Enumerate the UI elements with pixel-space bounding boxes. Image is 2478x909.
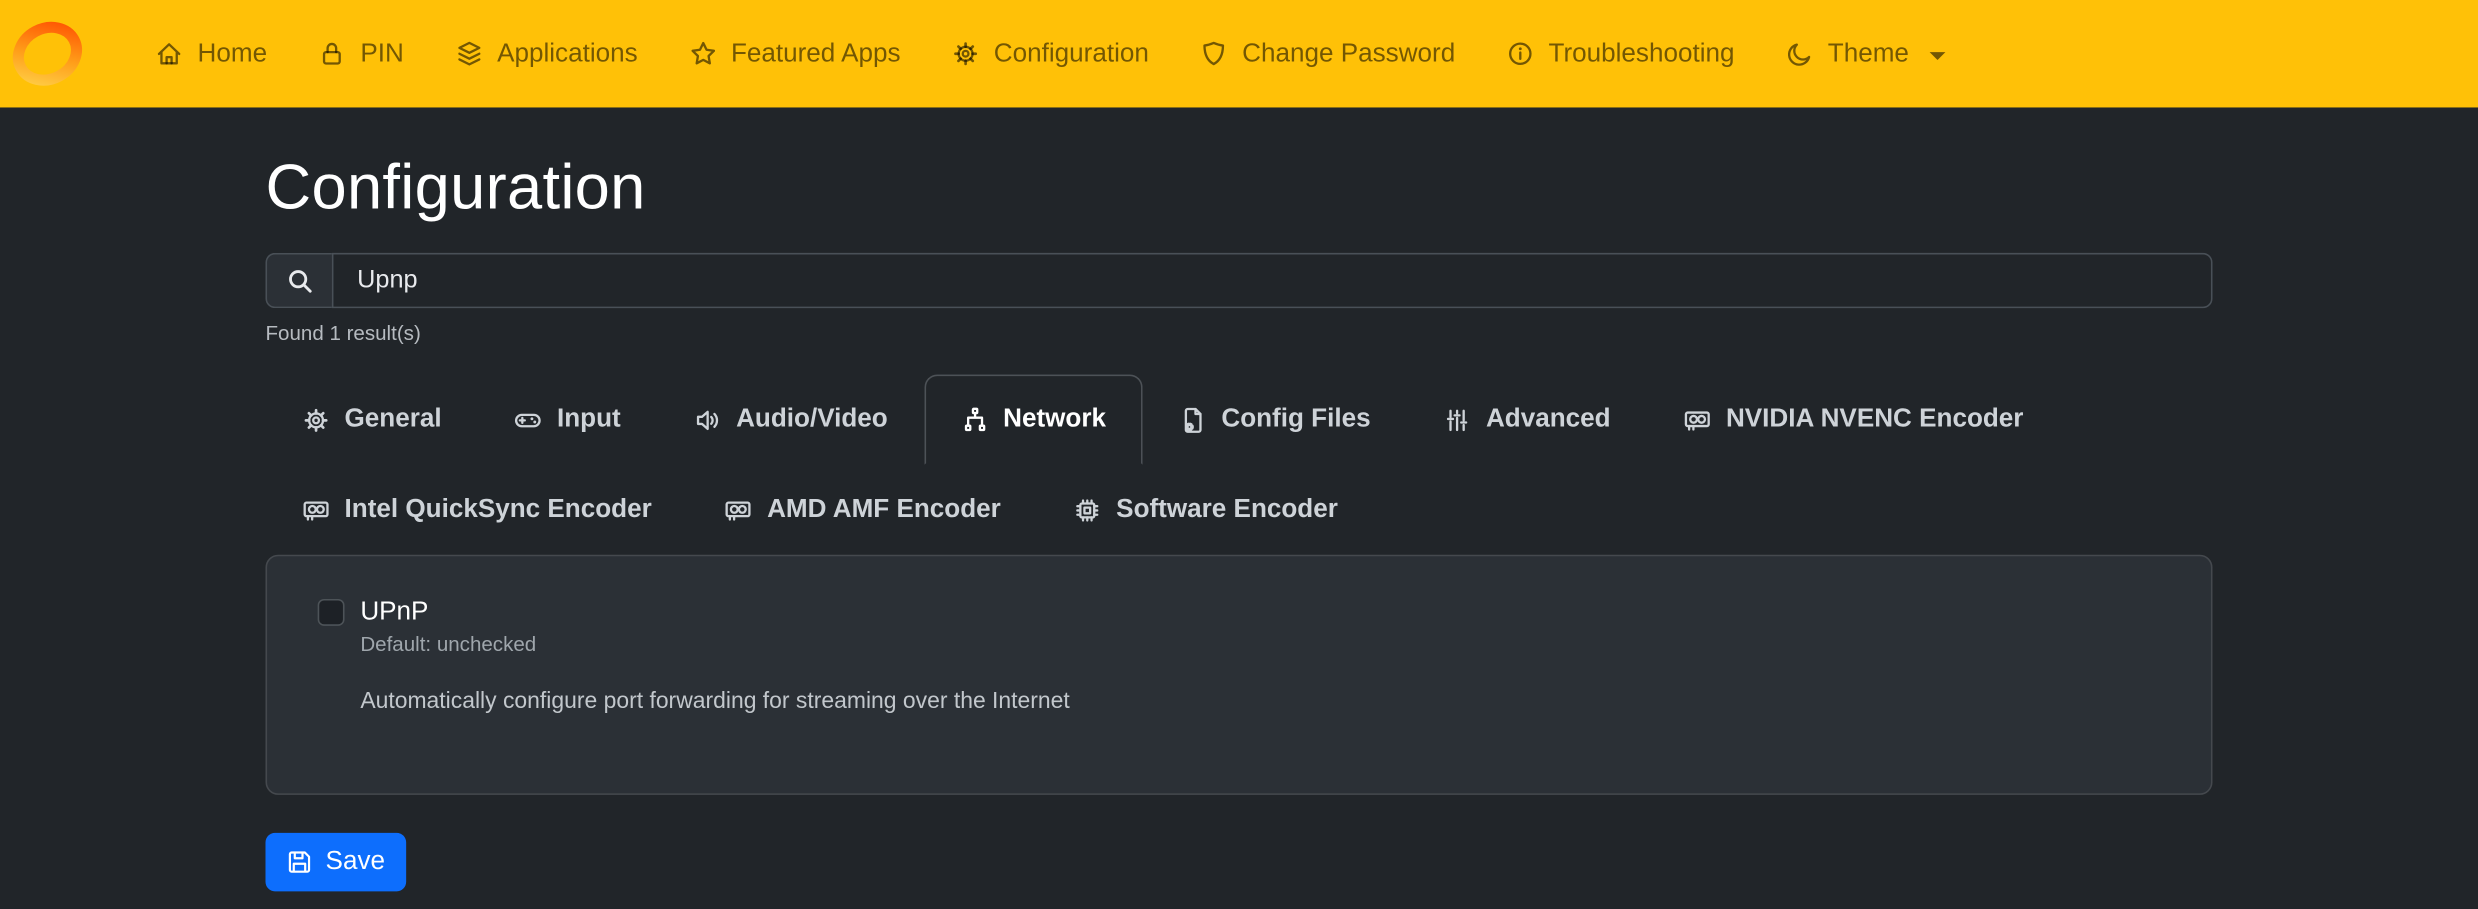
search-icon-box	[266, 253, 332, 308]
gpu-card-icon	[1683, 405, 1711, 433]
sunshine-logo-icon	[6, 16, 88, 92]
upnp-description: Automatically configure port forwarding …	[360, 689, 2160, 714]
nav-label: PIN	[360, 39, 403, 69]
gpu-card-icon	[724, 495, 752, 523]
tab-nvidia-nvenc-encoder[interactable]: NVIDIA NVENC Encoder	[1647, 375, 2060, 465]
sliders-icon	[1443, 405, 1471, 433]
gamepad-icon	[514, 405, 542, 433]
tab-label: Audio/Video	[736, 405, 888, 435]
tab-network[interactable]: Network	[924, 375, 1142, 465]
tab-label: Intel QuickSync Encoder	[345, 495, 652, 525]
config-tabs: General Input Audio/Video Network Config…	[266, 375, 2213, 555]
nav-label: Theme	[1828, 39, 1909, 69]
network-icon	[960, 405, 988, 433]
nav-items: Home PIN Applications Featured Apps Conf…	[130, 0, 1971, 107]
network-tab-panel: UPnP Default: unchecked Automatically co…	[266, 555, 2213, 795]
app-window: Home PIN Applications Featured Apps Conf…	[0, 0, 2478, 909]
tab-label: Software Encoder	[1116, 495, 1338, 525]
tab-general[interactable]: General	[266, 375, 478, 465]
house-icon	[155, 40, 183, 68]
moon-icon	[1785, 40, 1813, 68]
tab-intel-quicksync-encoder[interactable]: Intel QuickSync Encoder	[266, 465, 689, 555]
tab-advanced[interactable]: Advanced	[1407, 375, 1647, 465]
nav-label: Applications	[497, 39, 638, 69]
nav-item-pin[interactable]: PIN	[292, 0, 429, 107]
tab-label: NVIDIA NVENC Encoder	[1726, 405, 2024, 435]
nav-label: Configuration	[994, 39, 1149, 69]
upnp-option: UPnP Default: unchecked Automatically co…	[318, 597, 2161, 714]
cpu-icon	[1074, 495, 1102, 523]
tab-software-encoder[interactable]: Software Encoder	[1037, 465, 1374, 555]
nav-label: Home	[198, 39, 268, 69]
floppy-icon	[286, 849, 313, 876]
tab-label: Input	[557, 405, 621, 435]
save-button[interactable]: Save	[266, 833, 406, 891]
nav-item-home[interactable]: Home	[130, 0, 293, 107]
nav-label: Change Password	[1242, 39, 1455, 69]
tab-audio-video[interactable]: Audio/Video	[657, 375, 924, 465]
gpu-card-icon	[302, 495, 330, 523]
app-logo[interactable]	[6, 16, 88, 92]
gear-icon	[951, 40, 979, 68]
nav-label: Featured Apps	[731, 39, 901, 69]
info-circle-icon	[1506, 40, 1534, 68]
page-title: Configuration	[266, 150, 2213, 226]
nav-label: Troubleshooting	[1548, 39, 1734, 69]
star-icon	[688, 40, 716, 68]
nav-item-troubleshooting[interactable]: Troubleshooting	[1481, 0, 1760, 107]
config-search	[266, 253, 2213, 308]
shield-icon	[1199, 40, 1227, 68]
navbar: Home PIN Applications Featured Apps Conf…	[0, 0, 2478, 107]
lock-icon	[318, 40, 346, 68]
tab-label: Network	[1003, 405, 1106, 435]
nav-item-featured-apps[interactable]: Featured Apps	[663, 0, 926, 107]
tab-amd-amf-encoder[interactable]: AMD AMF Encoder	[688, 465, 1037, 555]
speaker-icon	[693, 405, 721, 433]
gear-icon	[302, 405, 330, 433]
tab-label: General	[345, 405, 442, 435]
save-button-label: Save	[326, 847, 385, 877]
nav-item-change-password[interactable]: Change Password	[1174, 0, 1480, 107]
search-input[interactable]	[332, 253, 2213, 308]
upnp-checkbox[interactable]	[318, 599, 345, 626]
search-icon	[285, 266, 313, 294]
chevron-down-icon	[1929, 51, 1945, 59]
tab-label: Advanced	[1486, 405, 1611, 435]
tab-config-files[interactable]: Config Files	[1142, 375, 1407, 465]
file-gear-icon	[1179, 405, 1207, 433]
upnp-default-value: Default: unchecked	[360, 632, 2160, 656]
nav-item-theme-dropdown[interactable]: Theme	[1760, 0, 1971, 107]
nav-item-configuration[interactable]: Configuration	[926, 0, 1174, 107]
nav-item-applications[interactable]: Applications	[429, 0, 663, 107]
configuration-page: Configuration Found 1 result(s) General …	[266, 150, 2213, 891]
search-results-count: Found 1 result(s)	[266, 321, 2213, 345]
layers-icon	[454, 40, 482, 68]
upnp-label[interactable]: UPnP	[360, 597, 428, 625]
tab-label: AMD AMF Encoder	[767, 495, 1001, 525]
tab-label: Config Files	[1221, 405, 1370, 435]
tab-input[interactable]: Input	[478, 375, 657, 465]
